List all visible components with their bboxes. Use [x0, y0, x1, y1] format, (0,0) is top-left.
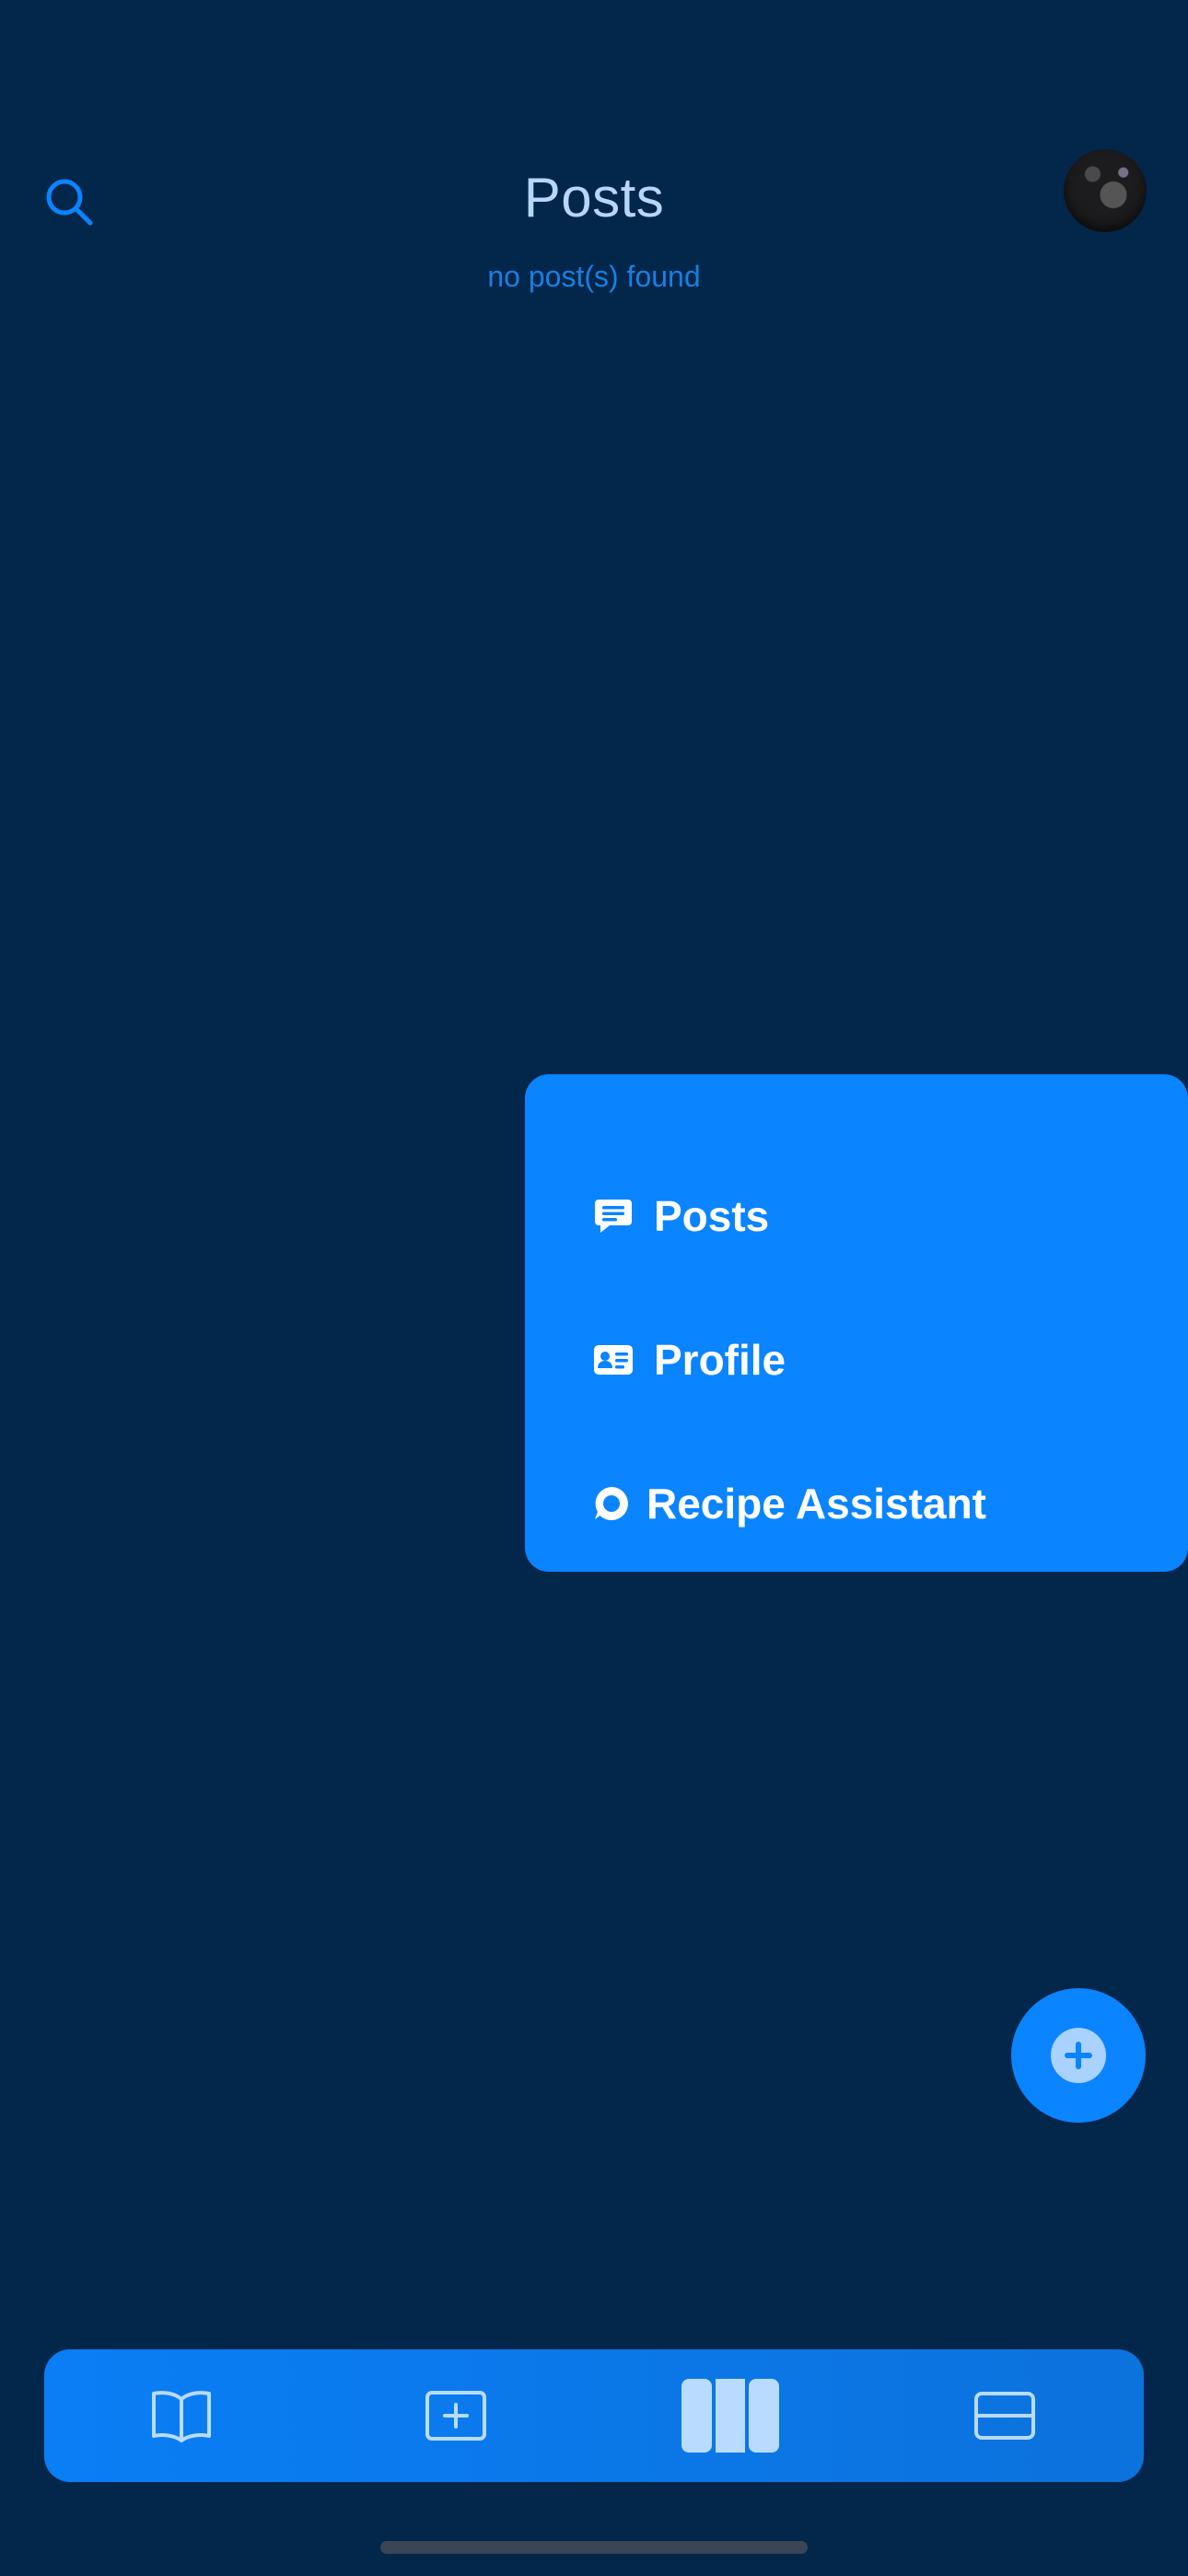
- home-indicator: [380, 2541, 808, 2554]
- menu-item-posts[interactable]: Posts: [593, 1179, 769, 1253]
- page-title: Posts: [523, 167, 665, 228]
- book-icon: [152, 2391, 211, 2442]
- menu-item-label: Profile: [654, 1336, 786, 1384]
- tab-book[interactable]: [131, 2370, 232, 2462]
- add-post-button[interactable]: [1011, 1988, 1146, 2123]
- tab-columns[interactable]: [680, 2370, 781, 2462]
- menu-item-profile[interactable]: Profile: [593, 1323, 786, 1397]
- tab-card[interactable]: [954, 2370, 1055, 2462]
- avatar[interactable]: [1064, 149, 1147, 232]
- tab-add[interactable]: [405, 2370, 507, 2462]
- chat-bubble-icon: [593, 1196, 634, 1236]
- menu-item-recipe-assistant[interactable]: Recipe Assistant: [593, 1467, 986, 1540]
- message-circle-icon: [593, 1483, 630, 1524]
- card-icon: [974, 2392, 1035, 2440]
- tab-bar: [44, 2349, 1144, 2482]
- plus-square-icon: [425, 2391, 486, 2441]
- menu-item-label: Recipe Assistant: [646, 1480, 986, 1528]
- id-card-icon: [593, 1340, 634, 1380]
- plus-circle-icon: [1051, 2028, 1106, 2083]
- header: Posts no post(s) found: [0, 0, 1188, 332]
- columns-icon: [681, 2379, 779, 2453]
- menu-item-label: Posts: [654, 1192, 770, 1240]
- popup-menu: Posts Profile Recipe Assistant: [525, 1074, 1188, 1572]
- empty-state-text: no post(s) found: [487, 260, 701, 293]
